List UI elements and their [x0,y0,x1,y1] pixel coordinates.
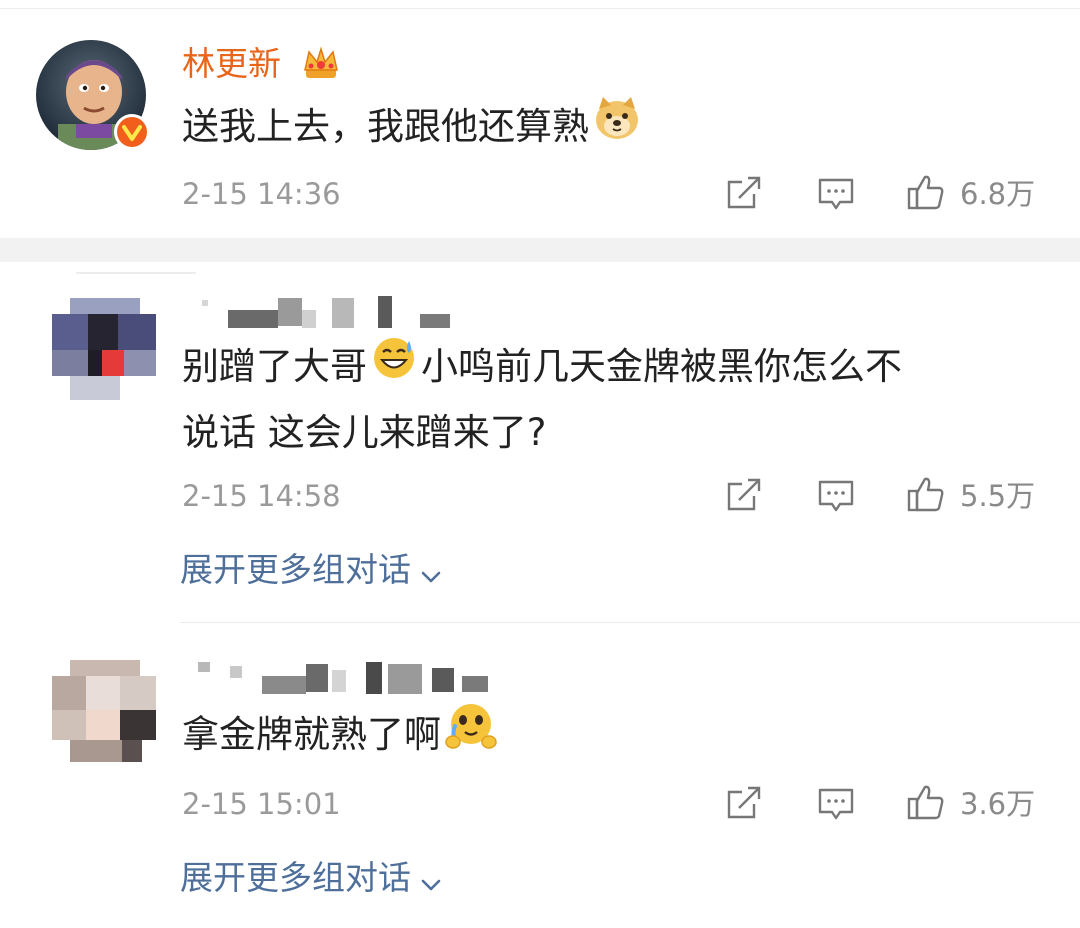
chevron-down-icon [417,558,445,586]
share-icon[interactable] [724,784,764,824]
share-icon[interactable] [724,476,764,516]
comment-text: 拿金牌就熟了啊 [182,702,497,771]
comment-icon[interactable] [816,174,856,214]
comment-feed: 林更新 送我上去，我跟他还算熟 2-15 14:36 6.8万 别蹭了大哥 小鸣… [0,0,1080,928]
comment-icon[interactable] [816,784,856,824]
expand-label: 展开更多组对话 [180,858,411,897]
comment-item-3: 拿金牌就熟了啊 2-15 15:01 3.6万 展开更多组对话 [0,622,1080,928]
expand-replies-link[interactable]: 展开更多组对话 [180,548,445,592]
comment-icon[interactable] [816,476,856,516]
sweat-smile-emoji-icon [371,335,417,402]
comment-item-1: 林更新 送我上去，我跟他还算熟 2-15 14:36 6.8万 [0,0,1080,238]
comment-text: 送我上去，我跟他还算熟 [182,94,641,162]
username[interactable]: 林更新 [182,42,281,86]
section-gap [0,238,1080,262]
share-icon[interactable] [724,174,764,214]
comment-time: 2-15 14:36 [182,177,341,211]
comment-item-2: 别蹭了大哥 小鸣前几天金牌被黑你怎么不 说话 这会儿来蹭来了? 2-15 14:… [0,262,1080,622]
comment-text-part: 小鸣前几天金牌被黑你怎么不 [421,345,902,388]
comment-text-line-2: 说话 这会儿来蹭来了? [182,411,547,454]
blurred-username[interactable] [182,656,488,700]
like-count: 6.8万 [960,177,1036,211]
comment-text-content: 送我上去，我跟他还算熟 [182,105,589,148]
avatar[interactable] [52,296,156,400]
doge-emoji-icon [593,95,641,162]
avatar[interactable] [52,658,156,762]
crown-icon [300,44,342,84]
comment-text-line-1: 别蹭了大哥 小鸣前几天金牌被黑你怎么不 [182,334,902,402]
like-count: 5.5万 [960,479,1036,513]
tearful-hug-emoji-icon [445,702,497,771]
comment-text-part: 别蹭了大哥 [182,345,367,388]
like-icon[interactable] [906,782,946,822]
comment-time: 2-15 15:01 [182,787,341,821]
like-count: 3.6万 [960,787,1036,821]
comment-time: 2-15 14:58 [182,479,341,513]
like-icon[interactable] [906,172,946,212]
blurred-username[interactable] [182,292,462,336]
comment-text-content: 拿金牌就熟了啊 [182,713,441,756]
verified-badge-icon [112,112,152,152]
expand-replies-link[interactable]: 展开更多组对话 [180,856,445,900]
chevron-down-icon [417,866,445,894]
like-icon[interactable] [906,474,946,514]
expand-label: 展开更多组对话 [180,550,411,589]
